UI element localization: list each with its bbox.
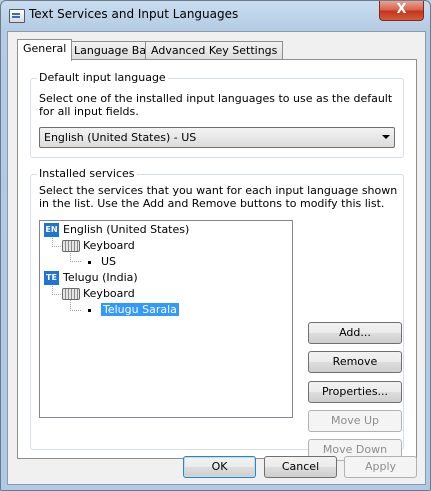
- ok-button[interactable]: OK: [183, 456, 256, 478]
- language-badge: TE: [44, 271, 59, 285]
- general-tab-panel: Default input language Select one of the…: [17, 59, 417, 461]
- services-tree[interactable]: EN English (United States) Keyboard US TE…: [39, 220, 293, 418]
- default-input-language-group: Default input language Select one of the…: [30, 71, 404, 158]
- default-language-dropdown[interactable]: English (United States) - US: [39, 127, 395, 148]
- tree-item-label: Keyboard: [83, 287, 135, 300]
- language-badge: EN: [44, 223, 59, 237]
- bullet-icon: [88, 308, 91, 312]
- add-button[interactable]: Add...: [308, 322, 402, 344]
- title-bar[interactable]: Text Services and Input Languages X: [1, 1, 430, 31]
- tree-item-label-selected: Telugu Sarala: [101, 303, 179, 316]
- text-services-icon: [9, 9, 25, 23]
- bullet-icon: [88, 260, 91, 264]
- tree-item-telugu[interactable]: TE Telugu (India): [44, 270, 138, 285]
- installed-services-description: Select the services that you want for ea…: [39, 184, 398, 210]
- tree-item-telugu-sarala[interactable]: Telugu Sarala: [88, 302, 179, 317]
- tab-advanced-key-settings[interactable]: Advanced Key Settings: [145, 41, 284, 60]
- tree-item-label: Keyboard: [83, 239, 135, 252]
- tree-item-label: Telugu (India): [63, 271, 138, 284]
- keyboard-icon: [62, 240, 80, 252]
- dialog-body: General Language Bar Advanced Key Settin…: [7, 31, 426, 485]
- tree-item-label: US: [101, 255, 117, 268]
- default-input-language-description: Select one of the installed input langua…: [39, 92, 393, 118]
- apply-button[interactable]: Apply: [344, 456, 417, 478]
- installed-services-title: Installed services: [37, 167, 137, 180]
- close-icon: X: [396, 2, 407, 17]
- default-language-value: English (United States) - US: [44, 131, 197, 144]
- close-button[interactable]: X: [379, 1, 424, 21]
- move-up-button[interactable]: Move Up: [308, 410, 402, 432]
- properties-button[interactable]: Properties...: [308, 381, 402, 403]
- tab-general[interactable]: General: [17, 39, 73, 61]
- keyboard-icon: [62, 288, 80, 300]
- tree-item-english[interactable]: EN English (United States): [44, 222, 189, 237]
- window-title: Text Services and Input Languages: [29, 7, 239, 21]
- tree-item-telugu-keyboard[interactable]: Keyboard: [62, 286, 135, 301]
- dialog-window: Text Services and Input Languages X Gene…: [0, 0, 431, 491]
- remove-button[interactable]: Remove: [308, 351, 402, 373]
- chevron-down-icon: [382, 135, 390, 139]
- tree-item-english-keyboard[interactable]: Keyboard: [62, 238, 135, 253]
- tree-connector: [70, 300, 81, 311]
- tree-item-english-us[interactable]: US: [88, 254, 116, 269]
- tree-item-label: English (United States): [63, 223, 190, 236]
- tab-language-bar[interactable]: Language Bar: [68, 41, 157, 60]
- cancel-button[interactable]: Cancel: [264, 456, 337, 478]
- default-input-language-title: Default input language: [37, 71, 168, 84]
- installed-services-group: Installed services Select the services t…: [30, 167, 404, 461]
